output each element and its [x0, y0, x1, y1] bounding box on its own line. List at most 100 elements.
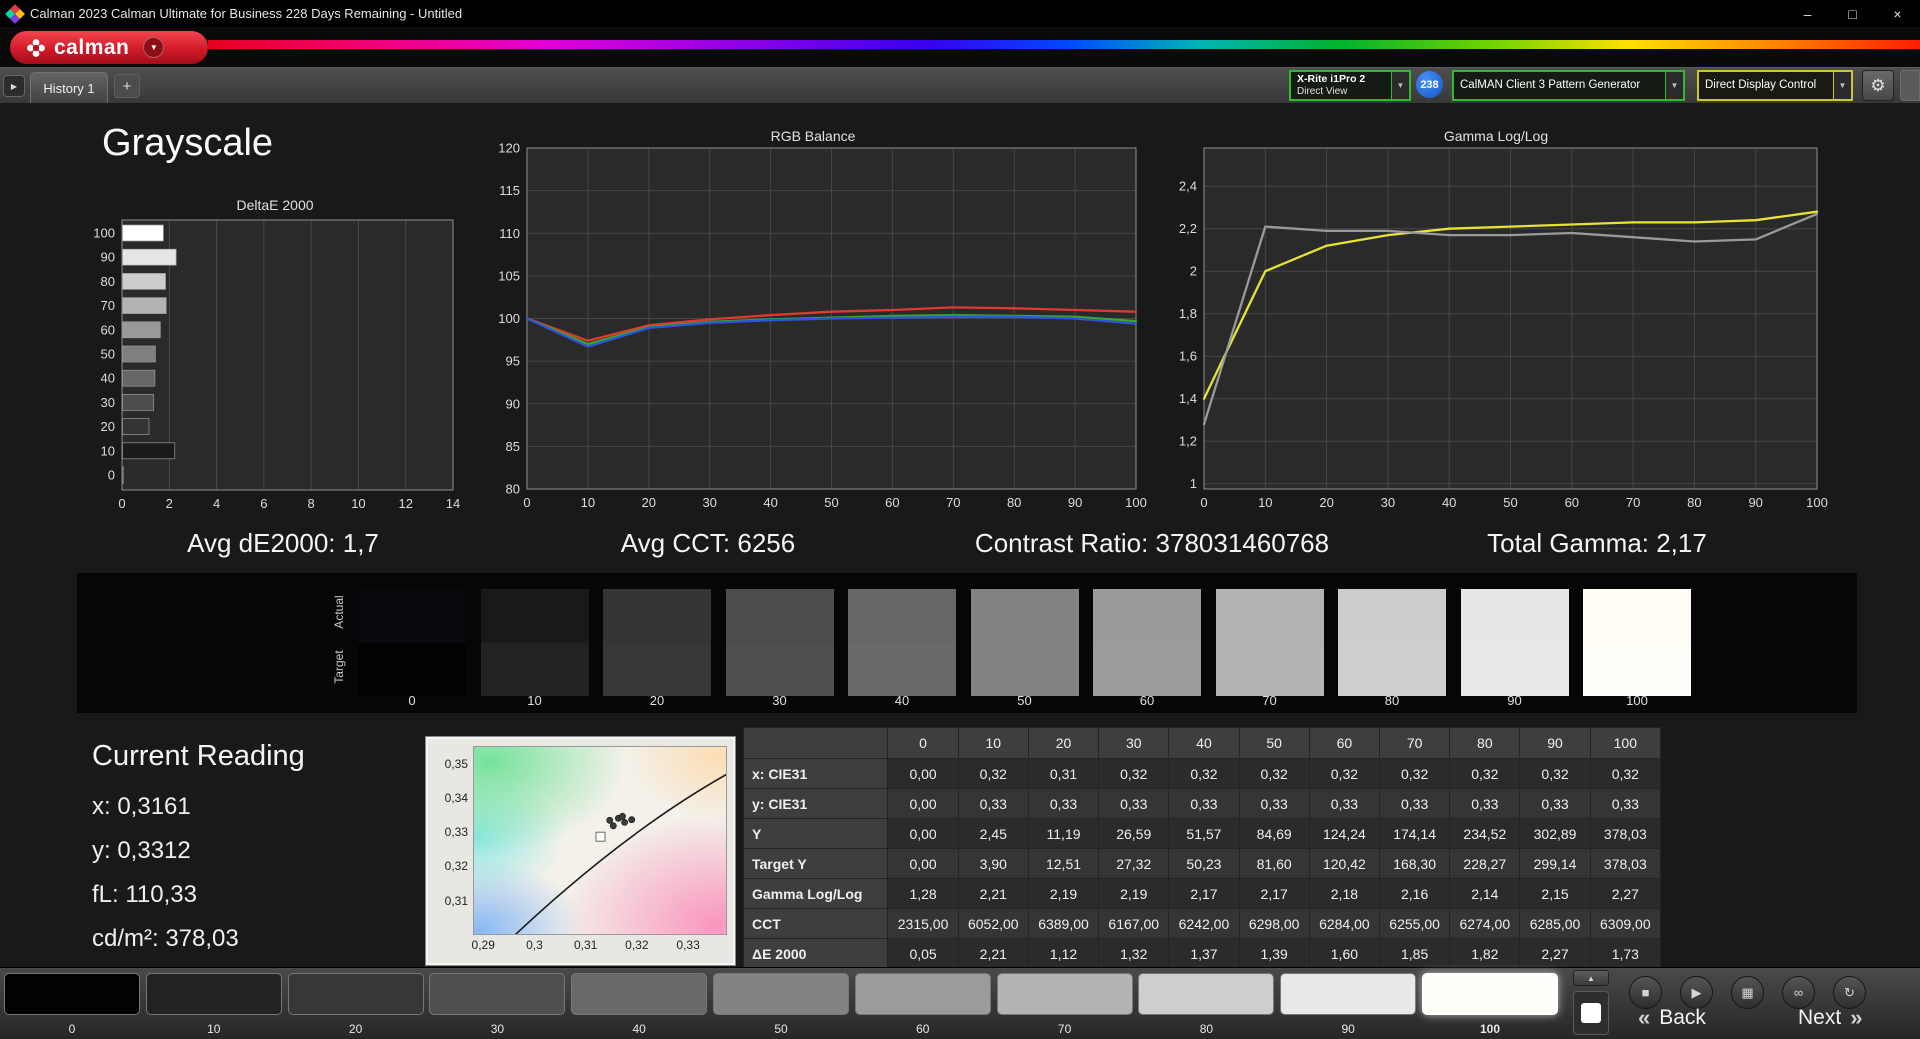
level-button-label: 20	[348, 1022, 363, 1036]
svg-text:90: 90	[1068, 495, 1082, 510]
measured-point	[609, 822, 617, 830]
level-button-label: 80	[1199, 1022, 1214, 1036]
level-button-70[interactable]	[996, 973, 1133, 1015]
table-cell: 0,32	[1519, 758, 1591, 789]
actual-patch	[1093, 589, 1201, 643]
table-cell: 378,03	[1589, 848, 1662, 879]
back-button[interactable]: « Back	[1638, 1002, 1706, 1034]
svg-text:50: 50	[1503, 495, 1517, 510]
target-patch	[1215, 642, 1324, 696]
measure-count-badge[interactable]: 238	[1416, 71, 1443, 98]
table-cell: 6298,00	[1238, 908, 1310, 939]
minimize-button[interactable]: –	[1785, 0, 1830, 27]
chevron-down-icon[interactable]: ▼	[1665, 72, 1683, 99]
table-cell: 0,33	[1519, 788, 1591, 819]
level-button-80[interactable]	[1138, 973, 1275, 1015]
table-column-header: 60	[1308, 727, 1381, 759]
table-cell: 6389,00	[1027, 908, 1100, 939]
svg-text:80: 80	[1007, 495, 1021, 510]
save-icon[interactable]: ▦	[1731, 976, 1764, 1009]
table-cell: 378,03	[1589, 818, 1662, 849]
grayscale-swatch-60	[1093, 589, 1201, 696]
svg-text:14: 14	[446, 496, 460, 510]
meter-mode: Direct View	[1297, 85, 1348, 97]
level-button-10[interactable]	[145, 973, 282, 1015]
svg-text:50: 50	[824, 495, 838, 510]
measured-point	[621, 819, 628, 826]
grayscale-swatch-90	[1460, 589, 1569, 696]
tab-history-1[interactable]: History 1	[30, 72, 108, 103]
swatch-level-label: 70	[1262, 693, 1277, 708]
svg-text:40: 40	[763, 495, 777, 510]
svg-text:70: 70	[1626, 495, 1640, 510]
toolbar-overflow-button[interactable]	[1900, 70, 1920, 101]
table-column-header: 80	[1449, 727, 1521, 759]
svg-text:1,6: 1,6	[1179, 349, 1197, 364]
tab-scroll-button[interactable]: ▶	[3, 75, 25, 97]
meter-dropdown[interactable]: X-Rite i1Pro 2 Direct View ▼	[1289, 70, 1411, 101]
pattern-window-button[interactable]	[1573, 991, 1609, 1035]
table-cell: 2,17	[1238, 878, 1310, 909]
table-cell: 50,23	[1168, 848, 1240, 879]
svg-text:20: 20	[101, 419, 115, 434]
level-button-50[interactable]	[713, 973, 849, 1015]
display-control-dropdown[interactable]: Direct Display Control ▼	[1697, 70, 1853, 101]
cie-x-tick-label: 0,32	[625, 938, 649, 952]
calman-menu-chevron-icon[interactable]: ▼	[143, 37, 165, 58]
target-patch	[1338, 642, 1446, 696]
table-cell: 1,37	[1168, 938, 1240, 969]
svg-text:1: 1	[1190, 476, 1197, 491]
svg-text:0: 0	[118, 496, 125, 510]
svg-text:12: 12	[398, 496, 412, 510]
table-cell: 0,32	[1589, 758, 1662, 789]
table-cell: 0,32	[957, 758, 1029, 789]
table-cell: 302,89	[1519, 818, 1591, 849]
calman-menu-button[interactable]: calman ▼	[10, 31, 208, 64]
table-cell: 2,18	[1308, 878, 1381, 909]
reference-point-marker	[595, 831, 606, 842]
table-column-header: 50	[1238, 727, 1310, 759]
pattern-generator-dropdown[interactable]: CalMAN Client 3 Pattern Generator ▼	[1452, 70, 1685, 101]
svg-text:8: 8	[308, 496, 315, 510]
table-cell: 2315,00	[887, 908, 959, 939]
chevron-down-icon[interactable]: ▼	[1833, 72, 1851, 99]
table-cell: 168,30	[1378, 848, 1451, 879]
table-cell: 1,85	[1378, 938, 1451, 969]
level-button-label: 30	[490, 1022, 505, 1036]
level-button-40[interactable]	[571, 973, 708, 1015]
level-button-90[interactable]	[1280, 973, 1417, 1015]
target-patch	[725, 642, 834, 696]
close-button[interactable]: ×	[1875, 0, 1920, 27]
svg-text:30: 30	[1381, 495, 1395, 510]
actual-patch	[848, 589, 956, 643]
gear-icon[interactable]: ⚙	[1862, 70, 1894, 101]
table-column-header: 100	[1589, 727, 1662, 759]
svg-text:20: 20	[1319, 495, 1333, 510]
table-cell: 0,00	[887, 848, 959, 879]
level-button-100[interactable]	[1422, 973, 1558, 1015]
level-button-label: 40	[632, 1022, 646, 1036]
swatch-level-label: 20	[649, 693, 665, 708]
level-button-60[interactable]	[854, 973, 991, 1015]
eject-icon[interactable]: ▲	[1573, 970, 1609, 986]
add-tab-button[interactable]: +	[114, 74, 140, 98]
level-button-20[interactable]	[287, 973, 424, 1015]
table-row: x: CIE31 0,00 0,32 0,31 0,32 0,32 0,32 0,32 0,32…	[742, 758, 1662, 789]
rgb-balance-chart: 0 10 20 30 40 50 60 70 80 90 100 120 115 110 105 100 95 9…	[498, 141, 1147, 511]
level-button-label: 50	[774, 1022, 788, 1036]
svg-text:80: 80	[101, 274, 115, 289]
table-cell: 2,19	[1098, 878, 1170, 909]
level-button-30[interactable]	[429, 973, 566, 1015]
table-cell: 2,16	[1378, 878, 1451, 909]
next-button[interactable]: Next »	[1798, 1002, 1862, 1034]
svg-text:0: 0	[108, 468, 115, 483]
app-icon	[5, 3, 25, 24]
table-cell: 12,51	[1027, 848, 1100, 879]
meter-name: X-Rite i1Pro 2	[1297, 73, 1366, 86]
svg-text:30: 30	[702, 495, 716, 510]
maximize-button[interactable]: □	[1830, 0, 1875, 27]
level-button-0[interactable]	[4, 973, 140, 1015]
svg-text:60: 60	[101, 322, 115, 337]
svg-text:80: 80	[506, 482, 520, 497]
chevron-down-icon[interactable]: ▼	[1391, 72, 1409, 99]
